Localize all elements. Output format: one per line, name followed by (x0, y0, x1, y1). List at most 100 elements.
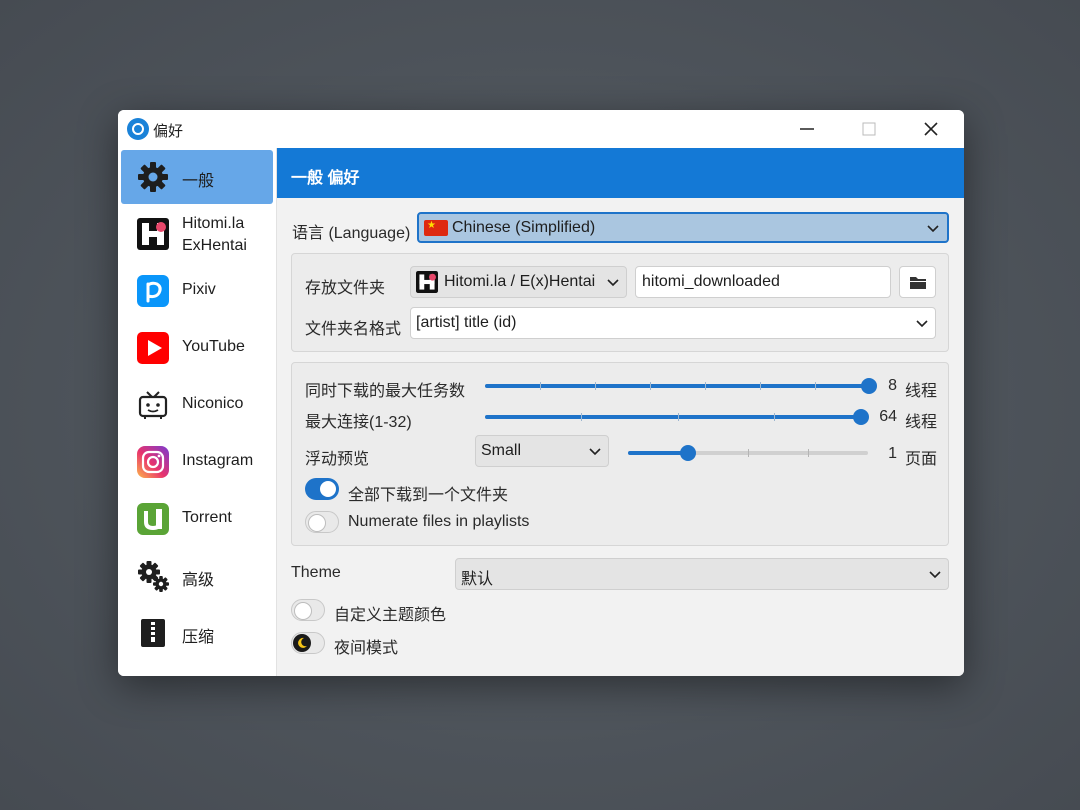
site-select-value: Hitomi.la / E(x)Hentai (444, 273, 596, 290)
chevron-down-icon (589, 448, 601, 456)
slider-tick (540, 382, 541, 390)
max-tasks-slider-fill (485, 384, 869, 388)
float-preview-value: 1 (888, 445, 897, 462)
max-tasks-label: 同时下载的最大任务数 (305, 383, 466, 400)
close-icon (924, 122, 938, 136)
minimize-icon (800, 128, 814, 130)
sidebar-item-label: 压缩 (182, 629, 215, 646)
slider-tick (808, 449, 809, 457)
sidebar-item-label: Torrent (182, 509, 232, 526)
slider-tick (581, 413, 582, 421)
moon-icon (293, 634, 311, 652)
hitomi-icon (137, 218, 169, 250)
sidebar-item-instagram[interactable]: Instagram (121, 435, 273, 489)
section-header: 一般 偏好 (277, 148, 964, 198)
slider-tick (650, 382, 651, 390)
window-title: 偏好 (153, 123, 184, 140)
niconico-icon (138, 391, 168, 419)
max-connections-slider-fill (485, 415, 861, 419)
page-title: 一般 偏好 (291, 170, 360, 187)
chevron-down-icon (607, 279, 619, 287)
sidebar-item-compress[interactable]: 压缩 (121, 606, 273, 660)
storage-folder-label: 存放文件夹 (305, 280, 386, 297)
sidebar-item-label: Instagram (182, 452, 254, 469)
pixiv-icon (137, 275, 169, 307)
slider-tick (595, 382, 596, 390)
gear-icon (138, 162, 168, 192)
main-panel: 一般 偏好 语言 (Language) ★ Chinese (Simplifie… (277, 148, 964, 676)
max-connections-value: 64 (879, 408, 897, 425)
folder-input-value: hitomi_downloaded (642, 273, 780, 290)
app-logo-icon (127, 118, 149, 140)
max-tasks-slider[interactable] (485, 378, 877, 394)
float-preview-slider-thumb[interactable] (680, 445, 696, 461)
sidebar-item-label: 高级 (182, 572, 215, 589)
numerate-files-label: Numerate files in playlists (348, 513, 530, 530)
gears-icon (138, 561, 169, 592)
theme-select-value: 默认 (461, 571, 494, 588)
folder-input[interactable]: hitomi_downloaded (635, 266, 891, 298)
slider-tick (760, 382, 761, 390)
slider-tick (705, 382, 706, 390)
night-mode-toggle[interactable] (291, 632, 325, 654)
float-preview-slider-fill (628, 451, 688, 455)
maximize-button[interactable] (846, 114, 892, 144)
night-mode-label: 夜间模式 (334, 640, 399, 657)
youtube-icon (137, 332, 169, 364)
folder-format-select[interactable]: [artist] title (id) (410, 307, 936, 339)
float-preview-label: 浮动预览 (305, 451, 370, 468)
utorrent-icon (137, 503, 169, 535)
theme-select[interactable]: 默认 (455, 558, 949, 590)
sidebar-item-youtube[interactable]: YouTube (121, 321, 273, 375)
site-select[interactable]: Hitomi.la / E(x)Hentai (410, 266, 627, 298)
sidebar-item-pixiv[interactable]: Pixiv (121, 264, 273, 318)
numerate-files-toggle[interactable] (305, 511, 339, 533)
storage-group: 存放文件夹 Hitomi.la / E(x)Hentai hitomi_down… (291, 253, 949, 352)
sidebar-item-torrent[interactable]: Torrent (121, 492, 273, 546)
sidebar-item-label: 一般 (182, 173, 215, 190)
theme-label: Theme (291, 564, 341, 581)
preferences-window: 偏好 一般 Hitomi.la ExHentai Pixiv YouTube N… (118, 110, 964, 676)
chevron-down-icon (916, 320, 928, 328)
max-connections-unit: 线程 (905, 414, 938, 431)
language-select[interactable]: ★ Chinese (Simplified) (417, 212, 949, 243)
zip-icon (141, 619, 165, 647)
china-flag-icon: ★ (424, 220, 448, 236)
slider-tick (748, 449, 749, 457)
sidebar-item-hitomi[interactable]: Hitomi.la ExHentai (121, 207, 273, 261)
max-tasks-value: 8 (888, 377, 897, 394)
all-in-one-folder-label: 全部下载到一个文件夹 (348, 487, 509, 504)
all-in-one-folder-toggle[interactable] (305, 478, 339, 500)
minimize-button[interactable] (784, 114, 830, 144)
sidebar-item-label: Niconico (182, 395, 244, 412)
max-connections-label: 最大连接(1-32) (305, 414, 412, 431)
language-select-value: Chinese (Simplified) (452, 219, 596, 236)
instagram-icon (137, 446, 169, 478)
sidebar-item-niconico[interactable]: Niconico (121, 378, 273, 432)
sidebar-item-label: Pixiv (182, 281, 216, 298)
sidebar-item-general[interactable]: 一般 (121, 150, 273, 204)
float-preview-slider[interactable] (628, 445, 868, 461)
folder-format-label: 文件夹名格式 (305, 321, 402, 338)
max-tasks-unit: 线程 (905, 383, 938, 400)
sidebar-item-label: YouTube (182, 338, 245, 355)
slider-tick (815, 382, 816, 390)
slider-tick (678, 413, 679, 421)
title-bar: 偏好 (118, 110, 964, 148)
custom-theme-color-toggle[interactable] (291, 599, 325, 621)
folder-format-value: [artist] title (id) (416, 314, 517, 331)
hitomi-icon (416, 271, 438, 293)
language-label: 语言 (Language) (292, 225, 411, 242)
custom-theme-color-label: 自定义主题颜色 (334, 607, 447, 624)
browse-folder-button[interactable] (899, 266, 936, 298)
sidebar-item-label: Hitomi.la ExHentai (182, 215, 247, 254)
download-group: 同时下载的最大任务数 8 线程 最大连接(1-32) 64 线程 浮动预览 Sm… (291, 362, 949, 546)
float-preview-size-select[interactable]: Small (475, 435, 609, 467)
max-connections-slider[interactable] (485, 409, 869, 425)
close-button[interactable] (908, 114, 954, 144)
chevron-down-icon (927, 225, 939, 233)
sidebar: 一般 Hitomi.la ExHentai Pixiv YouTube Nico… (118, 148, 277, 676)
sidebar-item-advanced[interactable]: 高级 (121, 549, 273, 603)
folder-icon (910, 277, 926, 289)
chevron-down-icon (929, 571, 941, 579)
